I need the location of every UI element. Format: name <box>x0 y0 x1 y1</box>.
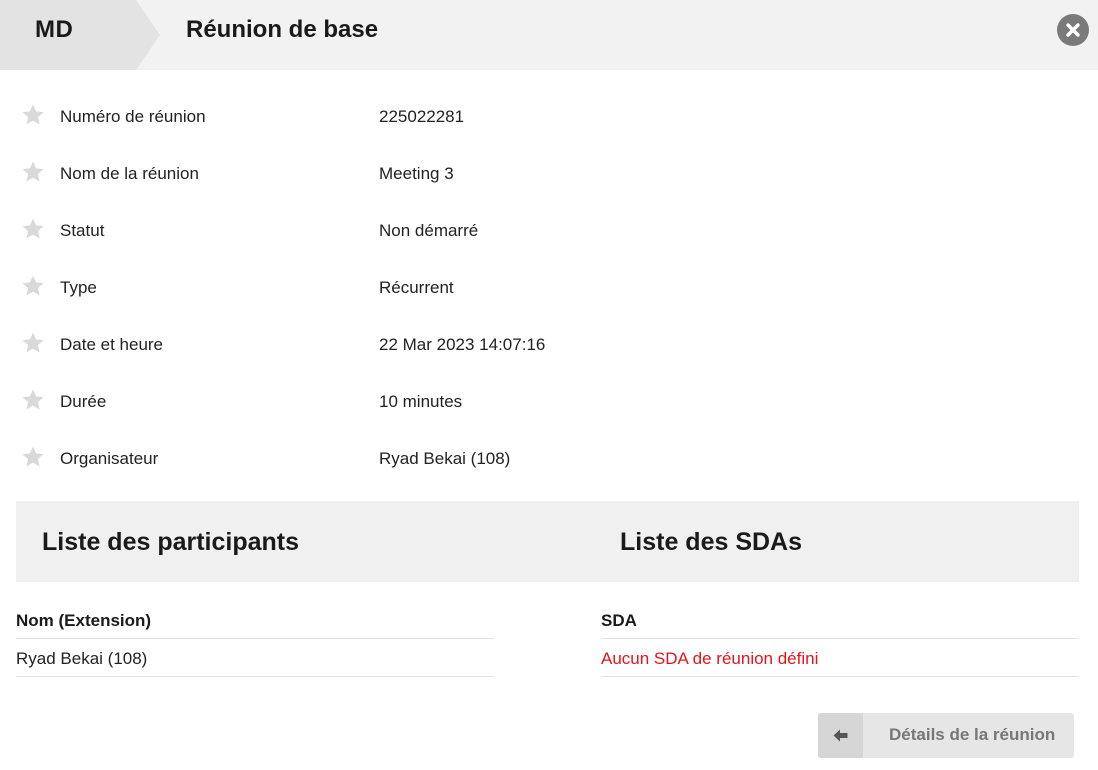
info-value: 10 minutes <box>379 392 463 411</box>
header-bar: MD Réunion de base <box>0 0 1098 70</box>
meeting-info-list: Numéro de réunion 225022281 Nom de la ré… <box>0 90 1098 489</box>
info-value: 22 Mar 2023 14:07:16 <box>379 335 546 354</box>
info-value: Récurrent <box>379 278 454 297</box>
info-label: Organisateur <box>60 449 159 468</box>
avatar-initials: MD <box>35 16 74 43</box>
participants-table: Nom (Extension) Ryad Bekai (108) <box>16 601 494 677</box>
table-row: Ryad Bekai (108) <box>16 639 494 677</box>
info-label: Statut <box>60 221 105 240</box>
avatar <box>0 0 160 70</box>
info-value: 225022281 <box>379 107 465 126</box>
info-value: Meeting 3 <box>379 164 454 183</box>
participants-column-header: Nom (Extension) <box>16 601 494 639</box>
star-icon[interactable] <box>21 160 45 184</box>
meeting-details-button[interactable]: Détails de la réunion <box>818 713 1074 758</box>
info-row-duration: Durée 10 minutes <box>0 375 1098 432</box>
participants-section-title: Liste des participants <box>42 528 300 556</box>
star-icon[interactable] <box>21 445 45 469</box>
sdas-section-title: Liste des SDAs <box>620 528 803 556</box>
info-label: Type <box>60 278 97 297</box>
sdas-table: SDA Aucun SDA de réunion défini <box>601 601 1079 677</box>
info-value: Non démarré <box>379 221 479 240</box>
info-row-meeting-name: Nom de la réunion Meeting 3 <box>0 147 1098 204</box>
arrow-left-icon <box>833 729 848 742</box>
info-row-type: Type Récurrent <box>0 261 1098 318</box>
info-label: Date et heure <box>60 335 164 354</box>
arrow-left-icon-box <box>818 713 863 758</box>
star-icon[interactable] <box>21 103 45 127</box>
lists-section-header: Liste des participants Liste des SDAs <box>16 501 1079 582</box>
sdas-empty-message: Aucun SDA de réunion défini <box>601 639 1079 677</box>
sdas-column-header: SDA <box>601 601 1079 639</box>
details-button-label: Détails de la réunion <box>889 725 1056 744</box>
star-icon[interactable] <box>21 217 45 241</box>
info-label: Numéro de réunion <box>60 107 206 126</box>
star-icon[interactable] <box>21 388 45 412</box>
info-label: Nom de la réunion <box>60 164 199 183</box>
close-button[interactable] <box>1057 14 1089 46</box>
info-row-status: Statut Non démarré <box>0 204 1098 261</box>
info-row-date-time: Date et heure 22 Mar 2023 14:07:16 <box>0 318 1098 375</box>
star-icon[interactable] <box>21 331 45 355</box>
close-icon <box>1066 23 1080 37</box>
info-row-meeting-number: Numéro de réunion 225022281 <box>0 90 1098 147</box>
star-icon[interactable] <box>21 274 45 298</box>
info-value: Ryad Bekai (108) <box>379 449 511 468</box>
info-label: Durée <box>60 392 107 411</box>
info-row-organizer: Organisateur Ryad Bekai (108) <box>0 432 1098 489</box>
page-title: Réunion de base <box>186 16 379 43</box>
